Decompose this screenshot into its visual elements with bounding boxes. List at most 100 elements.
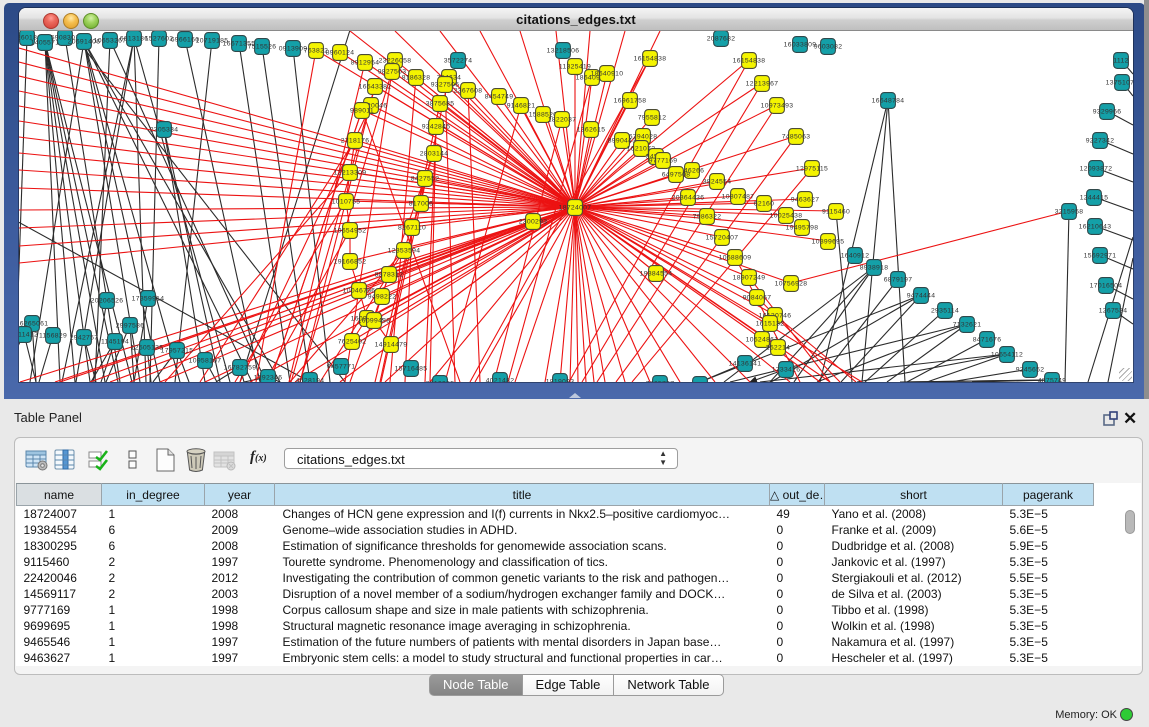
svg-text:14136141: 14136141 — [729, 361, 762, 368]
svg-text:1822037: 1822037 — [548, 117, 577, 124]
svg-text:8960124: 8960124 — [326, 50, 355, 57]
svg-text:8938918: 8938918 — [860, 265, 889, 272]
svg-text:18640910: 18640910 — [591, 71, 624, 78]
svg-text:16154838: 16154838 — [733, 58, 766, 65]
svg-text:3572274: 3572274 — [444, 58, 473, 65]
svg-text:8219935: 8219935 — [426, 381, 455, 383]
svg-text:3824554: 3824554 — [703, 179, 732, 186]
svg-text:1640912: 1640912 — [841, 253, 870, 260]
svg-text:7485063: 7485063 — [782, 134, 811, 141]
svg-text:9498222: 9498222 — [368, 294, 397, 301]
svg-text:9457771: 9457771 — [327, 364, 356, 371]
svg-text:4628194: 4628194 — [296, 378, 325, 383]
svg-text:11325419: 11325419 — [559, 64, 591, 71]
svg-text:1819093: 1819093 — [546, 379, 575, 383]
svg-text:1156829: 1156829 — [39, 333, 67, 340]
svg-text:7865797: 7865797 — [646, 381, 675, 383]
svg-text:7955812: 7955812 — [638, 115, 667, 122]
svg-text:2935114: 2935114 — [931, 308, 959, 315]
svg-text:9474444: 9474444 — [907, 293, 936, 300]
svg-text:8267110: 8267110 — [398, 225, 426, 232]
svg-text:10654112: 10654112 — [991, 352, 1023, 359]
svg-text:1615132: 1615132 — [756, 321, 785, 328]
svg-text:252214: 252214 — [766, 345, 790, 352]
svg-text:2087682: 2087682 — [707, 36, 736, 43]
svg-text:13218506: 13218506 — [547, 48, 580, 55]
svg-text:7625402: 7625402 — [338, 339, 367, 346]
svg-text:8878312: 8878312 — [375, 272, 404, 279]
svg-text:10958107: 10958107 — [189, 358, 222, 365]
svg-text:8186328: 8186328 — [402, 75, 431, 82]
svg-text:17016504: 17016504 — [1090, 283, 1123, 290]
svg-text:17957215: 17957215 — [161, 348, 194, 355]
svg-text:19654952: 19654952 — [334, 228, 367, 235]
svg-text:10399695: 10399695 — [812, 239, 845, 246]
svg-text:12353594: 12353594 — [388, 248, 421, 255]
svg-text:6497508: 6497508 — [662, 172, 691, 179]
svg-text:1362615: 1362615 — [577, 127, 606, 134]
svg-text:9329966: 9329966 — [1093, 109, 1122, 116]
svg-text:8912954: 8912954 — [351, 60, 380, 67]
svg-text:18724007: 18724007 — [559, 205, 592, 212]
svg-text:10756928: 10756928 — [775, 281, 808, 288]
svg-text:8427552: 8427552 — [411, 176, 440, 183]
svg-text:14914479: 14914479 — [375, 342, 408, 349]
svg-text:8454749: 8454749 — [485, 94, 514, 101]
svg-text:12975115: 12975115 — [796, 166, 828, 173]
svg-text:2305334: 2305334 — [150, 127, 179, 134]
svg-text:2997586: 2997586 — [116, 323, 145, 330]
svg-text:6879197: 6879197 — [884, 277, 913, 284]
svg-text:2803144: 2803144 — [420, 151, 449, 158]
svg-text:9084067: 9084067 — [743, 295, 772, 302]
svg-text:6794028: 6794028 — [629, 134, 658, 141]
svg-text:9245652: 9245652 — [1016, 367, 1045, 374]
svg-text:1145194: 1145194 — [101, 339, 129, 346]
svg-text:12505135: 12505135 — [131, 345, 164, 352]
svg-text:2367608: 2367608 — [454, 88, 483, 95]
svg-text:1733426: 1733426 — [772, 367, 801, 374]
svg-text:9463627: 9463627 — [791, 197, 820, 204]
svg-text:16782759: 16782759 — [224, 365, 257, 372]
svg-text:7515526: 7515526 — [248, 44, 277, 51]
svg-text:19166852: 19166852 — [334, 259, 367, 266]
svg-text:7986322: 7986322 — [693, 214, 722, 221]
svg-text:16648784: 16648784 — [872, 98, 905, 105]
svg-text:62160: 62160 — [754, 201, 774, 208]
svg-text:19384554: 19384554 — [640, 271, 673, 278]
svg-text:12213967: 12213967 — [746, 81, 779, 88]
svg-text:12093872: 12093872 — [1080, 166, 1113, 173]
svg-text:5432319: 5432319 — [686, 382, 715, 383]
svg-text:10807487: 10807487 — [722, 194, 755, 201]
svg-text:2718176: 2718176 — [341, 138, 370, 145]
svg-text:10973493: 10973493 — [761, 103, 794, 110]
svg-text:1527602: 1527602 — [145, 36, 174, 43]
svg-text:9227342: 9227342 — [1086, 138, 1115, 145]
svg-text:4021482: 4021482 — [486, 378, 515, 383]
svg-text:16961758: 16961758 — [614, 98, 647, 105]
svg-text:817006: 817006 — [409, 201, 433, 208]
svg-text:989011: 989011 — [350, 108, 374, 115]
svg-text:763822: 763822 — [304, 48, 328, 55]
svg-text:17359914: 17359914 — [132, 296, 165, 303]
svg-text:1010755: 1010755 — [332, 199, 361, 206]
svg-text:1292346: 1292346 — [254, 375, 283, 382]
svg-text:10025438: 10025438 — [770, 213, 803, 220]
svg-text:12213309: 12213309 — [334, 170, 367, 177]
svg-text:1112: 1112 — [1113, 58, 1128, 65]
svg-text:2942757: 2942757 — [70, 335, 99, 342]
svg-text:9603082: 9603082 — [814, 44, 843, 51]
svg-text:20364436: 20364436 — [672, 195, 705, 202]
svg-text:1244415: 1244415 — [1080, 195, 1109, 202]
svg-text:3875685: 3875685 — [426, 101, 455, 108]
svg-text:8471676: 8471676 — [973, 337, 1002, 344]
svg-text:9146821: 9146821 — [507, 103, 536, 110]
svg-text:16033809: 16033809 — [784, 42, 817, 49]
svg-text:9115460: 9115460 — [822, 209, 850, 216]
svg-text:13751074: 13751074 — [1106, 80, 1133, 87]
svg-text:3215958: 3215958 — [1055, 209, 1084, 216]
svg-text:9777169: 9777169 — [649, 158, 678, 165]
svg-text:16154838: 16154838 — [634, 56, 667, 63]
svg-text:10688609: 10688609 — [719, 255, 752, 262]
svg-text:15720407: 15720407 — [706, 235, 739, 242]
svg-text:2300293: 2300293 — [519, 219, 548, 226]
